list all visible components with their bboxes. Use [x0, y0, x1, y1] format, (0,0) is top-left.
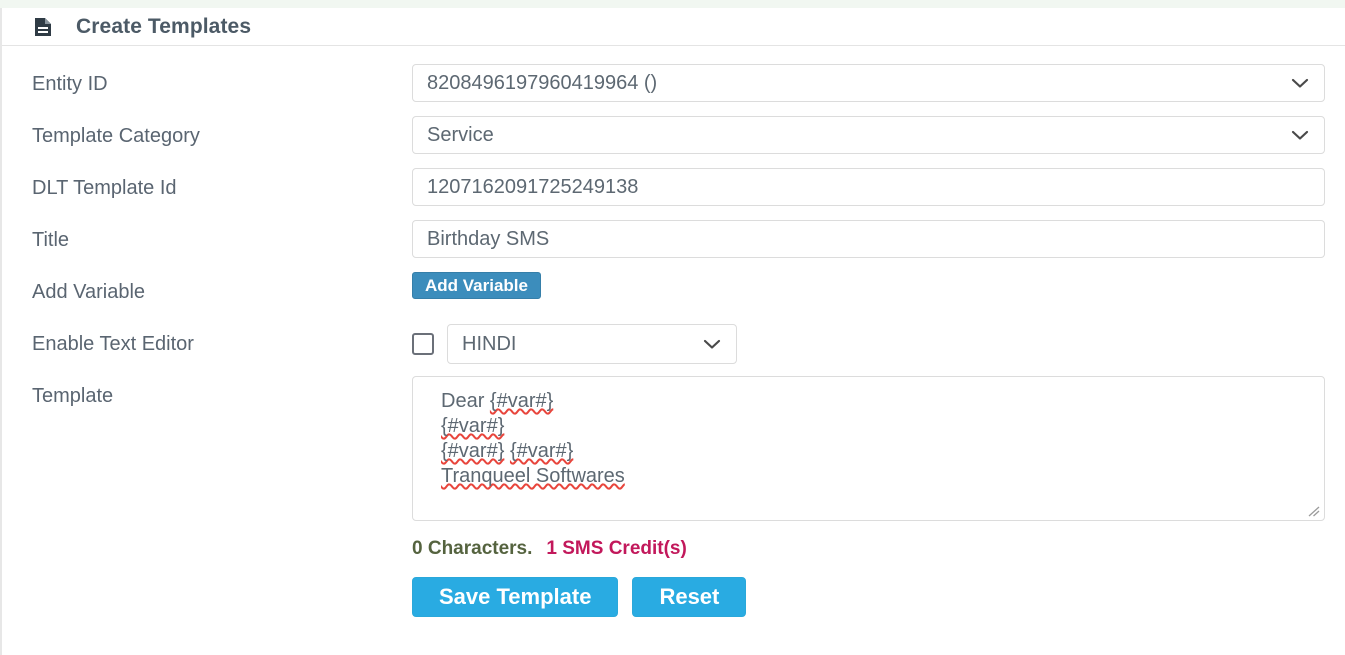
dlt-template-id-label: DLT Template Id [32, 177, 177, 199]
language-select[interactable]: HINDI [447, 324, 737, 364]
title-label: Title [32, 229, 70, 251]
title-input[interactable]: Birthday SMS [412, 220, 1325, 258]
template-line1-prefix: Dear [441, 390, 490, 412]
create-templates-panel: Create Templates Entity ID 8208496197960… [0, 8, 1345, 655]
template-category-select-wrap: Service [412, 116, 1325, 154]
template-category-label: Template Category [32, 125, 200, 147]
template-category-control: Service [412, 110, 1345, 154]
dlt-template-id-control: 1207162091725249138 [412, 162, 1345, 206]
template-line2-var: {#var#} [441, 415, 505, 437]
template-category-select[interactable]: Service [412, 116, 1325, 154]
entity-id-select[interactable]: 8208496197960419964 () [412, 64, 1325, 102]
form-actions: Save Template Reset [2, 560, 1345, 617]
template-textarea[interactable]: Dear {#var#} {#var#} {#var#} {#var#} Tra… [412, 376, 1325, 521]
template-line3-var-a: {#var#} [441, 440, 505, 462]
enable-text-editor-inline: HINDI [412, 324, 1325, 364]
save-template-button[interactable]: Save Template [412, 577, 619, 617]
entity-id-control: 8208496197960419964 () [412, 58, 1345, 102]
form-row-template: Template Dear {#var#} {#var#} {#var#} {#… [2, 370, 1345, 521]
form-row-template-category: Template Category Service [2, 110, 1345, 162]
top-accent-strip [0, 0, 1345, 8]
add-variable-button[interactable]: Add Variable [412, 272, 541, 299]
enable-text-editor-checkbox[interactable] [412, 333, 434, 355]
entity-id-label: Entity ID [32, 73, 108, 95]
template-control: Dear {#var#} {#var#} {#var#} {#var#} Tra… [412, 370, 1345, 521]
form-row-add-variable: Add Variable Add Variable [2, 266, 1345, 318]
sms-credit-count: 1 SMS Credit(s) [546, 538, 687, 559]
add-variable-control: Add Variable [412, 266, 1345, 299]
language-select-wrap: HINDI [447, 324, 737, 364]
template-line3-var-b: {#var#} [509, 440, 574, 462]
form-row-enable-text-editor: Enable Text Editor HINDI [2, 318, 1345, 370]
template-line4: Tranqueel Softwares [441, 465, 625, 487]
form-row-dlt-template-id: DLT Template Id 1207162091725249138 [2, 162, 1345, 214]
entity-id-select-wrap: 8208496197960419964 () [412, 64, 1325, 102]
template-line1-var: {#var#} [489, 390, 554, 412]
title-control: Birthday SMS [412, 214, 1345, 258]
enable-text-editor-control: HINDI [412, 318, 1345, 364]
form-row-title: Title Birthday SMS [2, 214, 1345, 266]
form-row-entity-id: Entity ID 8208496197960419964 () [2, 58, 1345, 110]
add-variable-label: Add Variable [32, 281, 146, 303]
enable-text-editor-label: Enable Text Editor [32, 333, 194, 355]
sms-counter: 0 Characters. 1 SMS Credit(s) [2, 521, 1345, 560]
reset-button[interactable]: Reset [632, 577, 747, 617]
character-count: 0 Characters. [412, 538, 533, 559]
template-label: Template [32, 385, 114, 407]
create-template-form: Entity ID 8208496197960419964 () Templat… [2, 46, 1345, 617]
template-textarea-wrap: Dear {#var#} {#var#} {#var#} {#var#} Tra… [412, 376, 1325, 521]
dlt-template-id-input[interactable]: 1207162091725249138 [412, 168, 1325, 206]
file-document-icon [32, 16, 54, 38]
page-title: Create Templates [76, 14, 252, 38]
panel-header: Create Templates [2, 8, 1345, 46]
